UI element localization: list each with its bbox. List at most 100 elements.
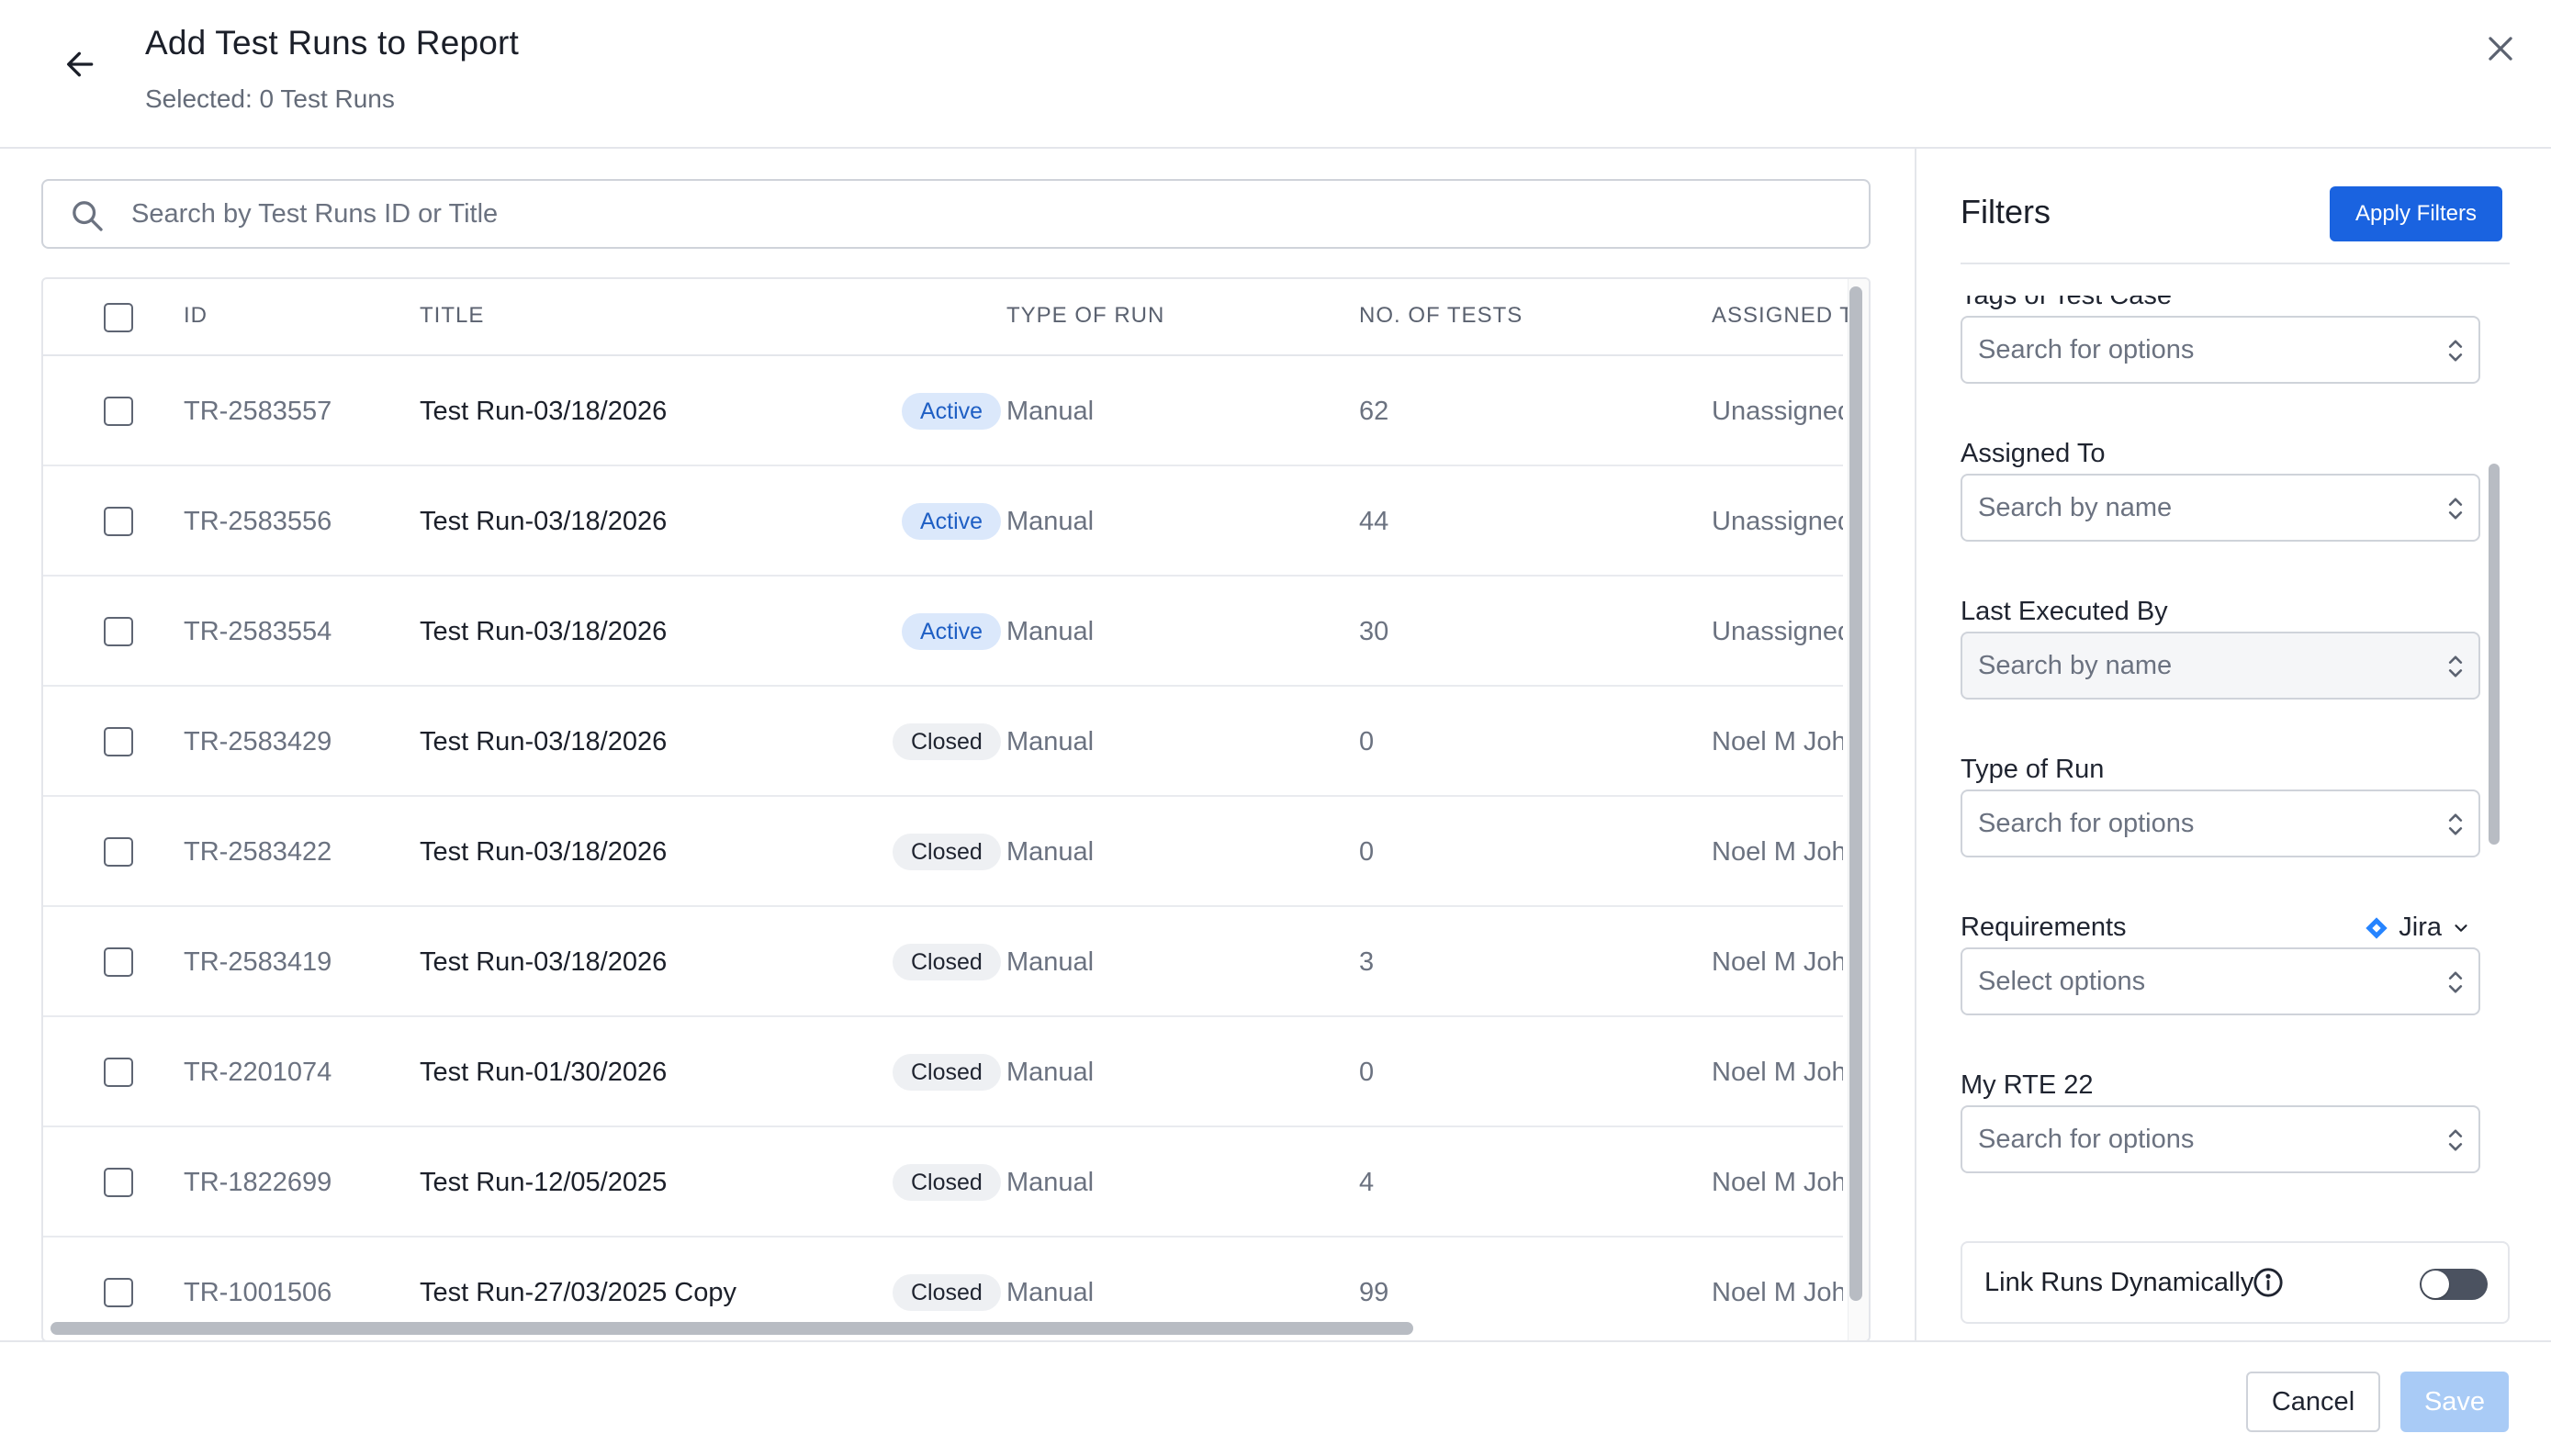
row-checkbox[interactable] <box>104 1168 133 1197</box>
row-checkbox[interactable] <box>104 727 133 756</box>
table-header: ID TITLE TYPE OF RUN NO. OF TESTS ASSIGN… <box>43 279 1853 356</box>
assigned-to: Noel M Joh <box>1712 727 1843 756</box>
test-runs-table: ID TITLE TYPE OF RUN NO. OF TESTS ASSIGN… <box>41 277 1871 1342</box>
modal-title: Add Test Runs to Report <box>145 24 520 62</box>
row-checkbox[interactable] <box>104 947 133 977</box>
run-type: Manual <box>1006 727 1095 756</box>
search-icon <box>73 201 103 231</box>
status-badge: Closed <box>893 944 1001 980</box>
column-header-assigned: ASSIGNED T <box>1712 303 1854 328</box>
table-vertical-scrollbar[interactable] <box>1849 286 1862 1301</box>
run-type: Manual <box>1006 1058 1095 1087</box>
arrow-left-icon <box>67 51 94 77</box>
assigned-to: Noel M Joh <box>1712 947 1843 977</box>
filter-select-type-of-run[interactable]: Search for options <box>1961 790 2480 857</box>
test-count: 0 <box>1359 727 1375 756</box>
filter-select-my-rte-22[interactable]: Search for options <box>1961 1105 2480 1173</box>
search-input[interactable] <box>131 181 1839 247</box>
column-header-type: TYPE OF RUN <box>1006 303 1165 328</box>
status-badge: Active <box>902 503 1002 540</box>
run-type: Manual <box>1006 837 1095 867</box>
status-badge: Closed <box>893 1054 1001 1091</box>
test-count: 0 <box>1359 1058 1375 1087</box>
filter-label-type-of-run: Type of Run <box>1961 755 2105 784</box>
run-title: Test Run-03/18/2026 <box>420 837 668 867</box>
table-row[interactable]: TR-2201074 Test Run-01/30/2026 Manual 0 Noel… <box>43 1017 1843 1127</box>
cancel-button[interactable]: Cancel <box>2246 1372 2380 1432</box>
column-header-id: ID <box>184 303 208 328</box>
filter-label-my-rte-22: My RTE 22 <box>1961 1070 2094 1100</box>
filter-placeholder: Search for options <box>1978 809 2195 838</box>
link-runs-dynamically-card: Link Runs Dynamically <box>1961 1241 2510 1324</box>
select-all-checkbox[interactable] <box>104 303 133 332</box>
table-row[interactable]: TR-2583419 Test Run-03/18/2026 Manual 3 Noel… <box>43 907 1843 1017</box>
assigned-to: Unassigned <box>1712 397 1843 426</box>
run-id: TR-2583556 <box>184 507 332 536</box>
row-checkbox[interactable] <box>104 507 133 536</box>
requirements-source-dropdown[interactable]: Jira <box>2364 913 2471 943</box>
sort-arrows-icon <box>2447 652 2464 681</box>
filter-select-requirements[interactable]: Select options <box>1961 947 2480 1015</box>
assigned-to: Noel M Joh <box>1712 1058 1843 1087</box>
assigned-to: Noel M Joh <box>1712 837 1843 867</box>
row-checkbox[interactable] <box>104 1278 133 1307</box>
assigned-to: Noel M Joh <box>1712 1278 1843 1307</box>
row-checkbox[interactable] <box>104 837 133 867</box>
save-button[interactable]: Save <box>2400 1372 2509 1432</box>
filters-scrollbar[interactable] <box>2489 464 2500 845</box>
test-count: 30 <box>1359 617 1389 646</box>
filter-label-assigned-to: Assigned To <box>1961 439 2106 468</box>
table-row[interactable]: TR-2583429 Test Run-03/18/2026 Manual 0 Noel… <box>43 687 1843 797</box>
run-title: Test Run-12/05/2025 <box>420 1168 668 1197</box>
run-type: Manual <box>1006 617 1095 646</box>
test-count: 0 <box>1359 837 1375 867</box>
run-id: TR-2583554 <box>184 617 332 646</box>
modal-header: Add Test Runs to Report Selected: 0 Test… <box>0 0 2551 149</box>
modal-footer: Cancel Save <box>0 1340 2551 1456</box>
panel-divider <box>1915 149 1916 1340</box>
sort-arrows-icon <box>2447 810 2464 839</box>
link-runs-toggle[interactable] <box>2420 1269 2488 1300</box>
table-row[interactable]: TR-1822699 Test Run-12/05/2025 Manual 4 Noel… <box>43 1127 1843 1238</box>
table-row[interactable]: TR-2583556 Test Run-03/18/2026 Manual 44 Una… <box>43 466 1843 577</box>
filter-select-tags-of-test-case[interactable]: Search for options <box>1961 316 2480 384</box>
status-badge: Closed <box>893 723 1001 760</box>
filter-placeholder: Select options <box>1978 967 2146 996</box>
table-row[interactable]: TR-2583422 Test Run-03/18/2026 Manual 0 Noel… <box>43 797 1843 907</box>
assigned-to: Unassigned <box>1712 507 1843 536</box>
sort-arrows-icon <box>2447 336 2464 365</box>
status-badge: Active <box>902 613 1002 650</box>
filter-label-last-executed-by: Last Executed By <box>1961 597 2168 626</box>
toggle-knob <box>2422 1271 2449 1298</box>
run-id: TR-2583419 <box>184 947 332 977</box>
run-id: TR-2583422 <box>184 837 332 867</box>
assigned-to: Noel M Joh <box>1712 1168 1843 1197</box>
status-badge: Closed <box>893 1274 1001 1311</box>
run-title: Test Run-03/18/2026 <box>420 617 668 646</box>
requirements-source-label: Jira <box>2399 913 2442 942</box>
run-title: Test Run-01/30/2026 <box>420 1058 668 1087</box>
info-icon[interactable] <box>2253 1267 2284 1298</box>
filter-select-last-executed-by[interactable]: Search by name <box>1961 632 2480 700</box>
filter-label-requirements: Requirements <box>1961 913 2127 942</box>
table-row[interactable]: TR-2583557 Test Run-03/18/2026 Manual 62 Una… <box>43 356 1843 466</box>
test-count: 4 <box>1359 1168 1375 1197</box>
link-runs-label: Link Runs Dynamically <box>1984 1268 2254 1297</box>
row-checkbox[interactable] <box>104 397 133 426</box>
run-title: Test Run-03/18/2026 <box>420 727 668 756</box>
row-checkbox[interactable] <box>104 617 133 646</box>
filters-title: Filters <box>1961 193 2051 230</box>
filter-select-assigned-to[interactable]: Search by name <box>1961 474 2480 542</box>
table-horizontal-scrollbar[interactable] <box>51 1322 1413 1335</box>
run-title: Test Run-03/18/2026 <box>420 397 668 426</box>
row-checkbox[interactable] <box>104 1058 133 1087</box>
close-button[interactable] <box>2476 24 2525 73</box>
apply-filters-button[interactable]: Apply Filters <box>2330 186 2502 241</box>
filter-placeholder: Search by name <box>1978 493 2173 522</box>
run-id: TR-1822699 <box>184 1168 332 1197</box>
back-button[interactable] <box>57 40 105 88</box>
run-type: Manual <box>1006 507 1095 536</box>
table-row[interactable]: TR-2583554 Test Run-03/18/2026 Manual 30 Una… <box>43 577 1843 687</box>
sort-arrows-icon <box>2447 1126 2464 1155</box>
run-id: TR-2583557 <box>184 397 332 426</box>
